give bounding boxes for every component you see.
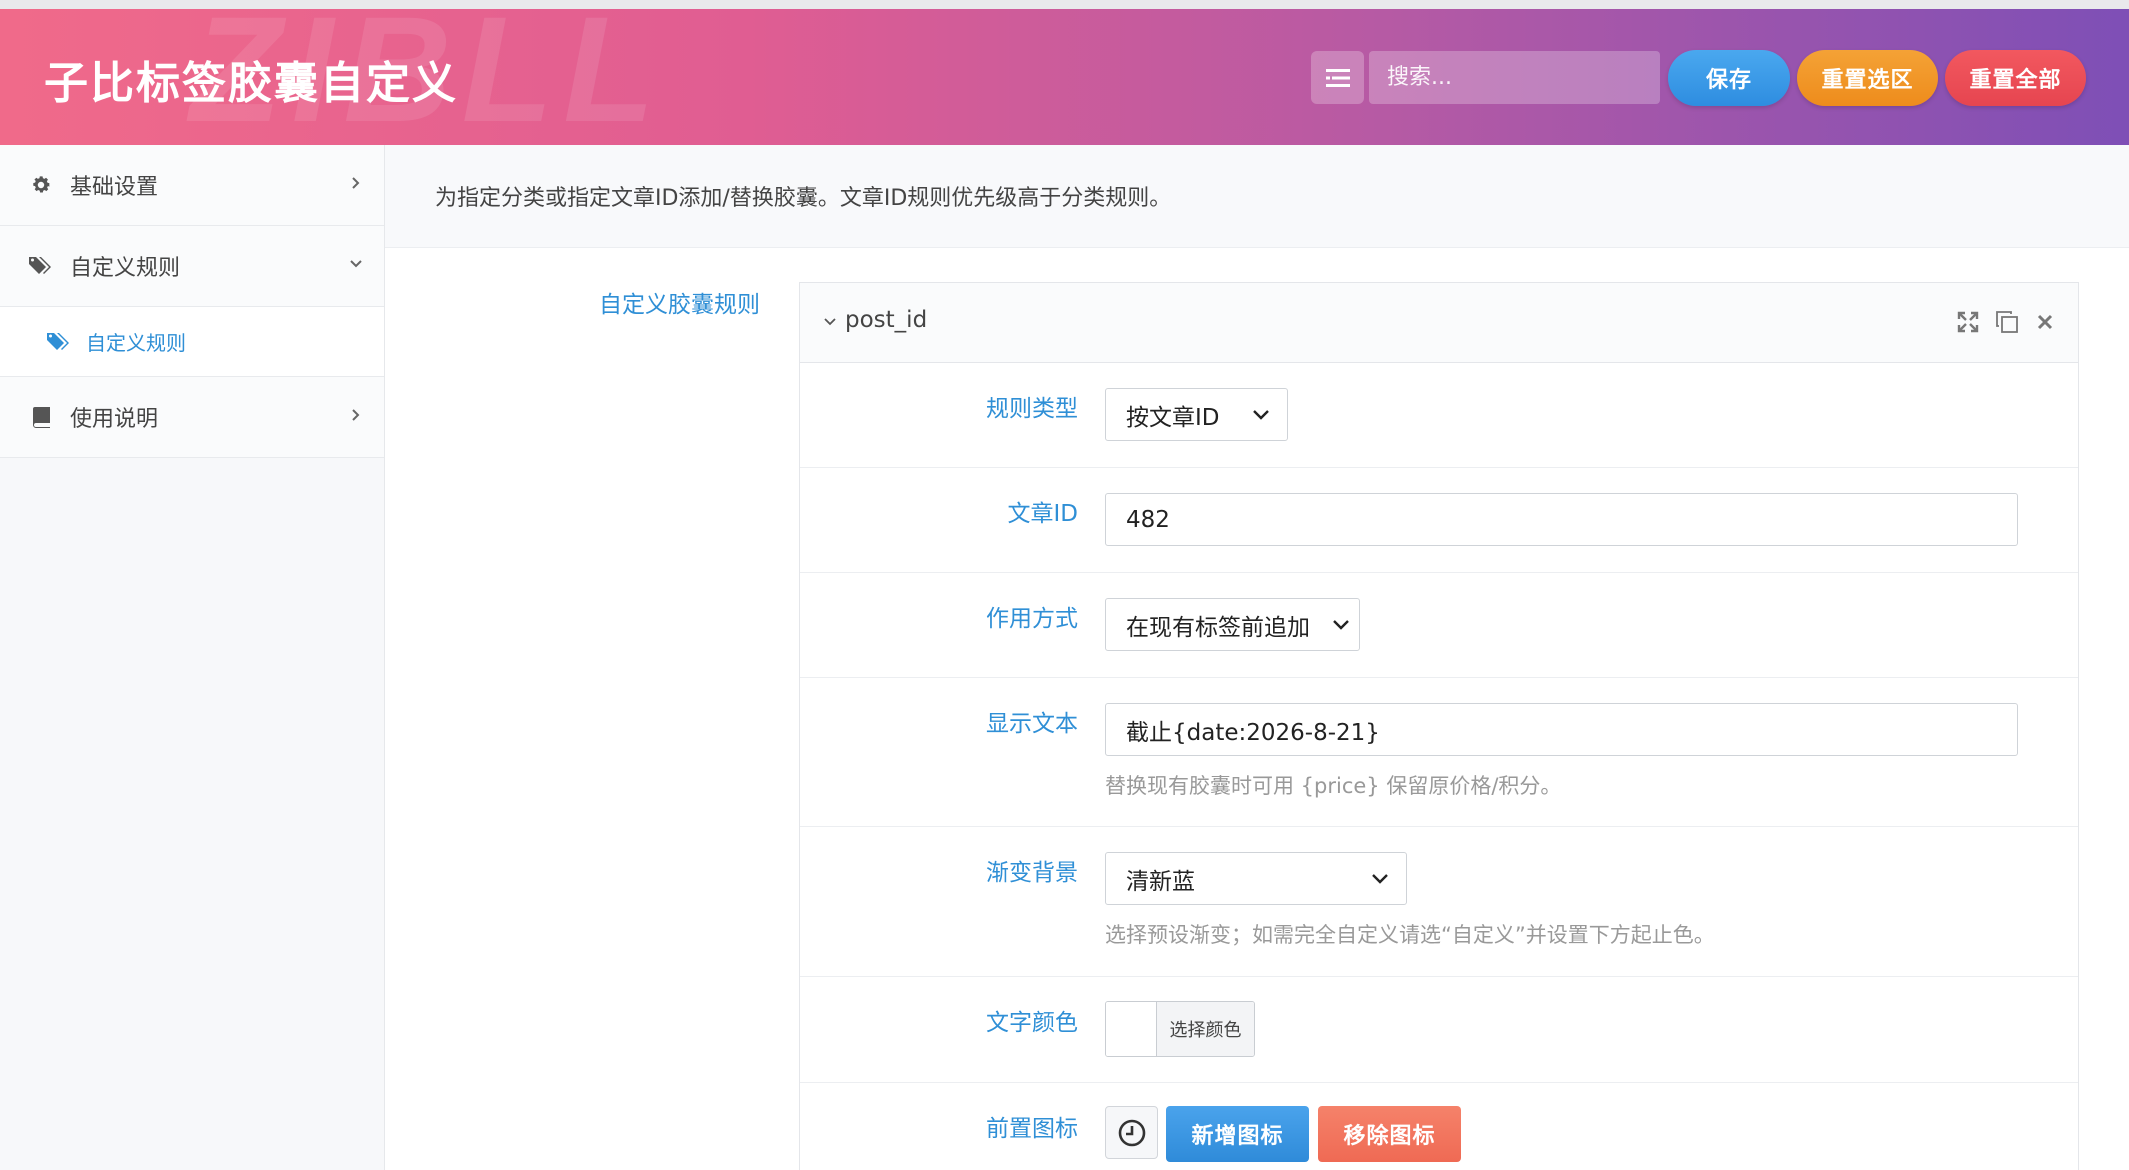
- rule-type-label: 规则类型: [986, 396, 1078, 422]
- rule-group: post_id 规则类型 按文章ID 文章ID 482 作用方式 在现有标签前追…: [799, 282, 2079, 1170]
- list-icon: [1325, 68, 1350, 87]
- search-placeholder: 搜索...: [1387, 65, 1452, 90]
- reset-all-button[interactable]: 重置全部: [1945, 50, 2086, 106]
- chevron-down-icon: [1333, 620, 1349, 630]
- prefix-icon-control: 新增图标 移除图标: [1105, 1106, 1505, 1166]
- save-button[interactable]: 保存: [1668, 50, 1790, 106]
- rule-type-select[interactable]: 按文章ID: [1105, 388, 1288, 441]
- sidebar-item-basic-settings[interactable]: 基础设置: [0, 145, 384, 226]
- text-color-label: 文字颜色: [986, 1010, 1078, 1036]
- prefix-icon-label: 前置图标: [986, 1116, 1078, 1142]
- rule-group-header[interactable]: post_id: [800, 283, 2078, 363]
- display-text-control: 截止{date:2026-8-21} 替换现有胶囊时可用 {price} 保留原…: [1105, 703, 2018, 800]
- icon-preview[interactable]: [1105, 1106, 1158, 1159]
- display-text-value: 截止{date:2026-8-21}: [1126, 719, 1380, 746]
- chevron-right-icon: [352, 409, 360, 421]
- gradient-value: 清新蓝: [1126, 868, 1195, 895]
- section-notice: 为指定分类或指定文章ID添加/替换胶囊。文章ID规则优先级高于分类规则。: [385, 145, 2129, 248]
- top-strip: [0, 0, 2129, 9]
- color-swatch[interactable]: [1106, 1002, 1157, 1056]
- sidebar: 基础设置 自定义规则 自定义规则 使用说明: [0, 145, 385, 1170]
- sidebar-item-instructions[interactable]: 使用说明: [0, 377, 384, 458]
- gear-icon: [28, 172, 54, 198]
- expand-icon[interactable]: [1956, 310, 1980, 334]
- mode-label: 作用方式: [986, 606, 1078, 632]
- clock-icon: [1118, 1119, 1145, 1146]
- sidebar-item-label: 自定义规则: [70, 256, 181, 281]
- display-text-label: 显示文本: [986, 711, 1078, 737]
- menu-toggle-button[interactable]: [1311, 51, 1364, 104]
- chevron-down-icon: [1372, 874, 1388, 884]
- gradient-hint: 选择预设渐变；如需完全自定义请选“自定义”并设置下方起止色。: [1105, 923, 1715, 947]
- header: ZIBLL 子比标签胶囊自定义 搜索... 保存 重置选区 重置全部: [0, 9, 2129, 145]
- sidebar-subitem-custom-rules[interactable]: 自定义规则: [0, 307, 384, 377]
- chevron-right-icon: [352, 177, 360, 189]
- search-input[interactable]: 搜索...: [1369, 51, 1660, 104]
- close-icon[interactable]: [2033, 310, 2057, 334]
- choose-color-button[interactable]: 选择颜色: [1157, 1002, 1254, 1056]
- tags-icon: [28, 253, 54, 279]
- sidebar-subitem-label: 自定义规则: [86, 331, 186, 355]
- row-rule-type: 规则类型 按文章ID: [800, 363, 2078, 468]
- row-gradient: 渐变背景 清新蓝 选择预设渐变；如需完全自定义请选“自定义”并设置下方起止色。: [800, 827, 2078, 977]
- row-prefix-icon: 前置图标 新增图标 移除图标: [800, 1083, 2078, 1170]
- gradient-control: 清新蓝 选择预设渐变；如需完全自定义请选“自定义”并设置下方起止色。: [1105, 852, 1715, 949]
- add-icon-button[interactable]: 新增图标: [1166, 1106, 1309, 1162]
- chevron-down-icon: [350, 260, 362, 268]
- post-id-value: 482: [1126, 506, 1170, 533]
- book-icon: [28, 404, 54, 430]
- row-display-text: 显示文本 截止{date:2026-8-21} 替换现有胶囊时可用 {price…: [800, 678, 2078, 827]
- field-title: 自定义胶囊规则: [599, 292, 760, 318]
- post-id-label: 文章ID: [1007, 501, 1079, 527]
- row-mode: 作用方式 在现有标签前追加: [800, 573, 2078, 678]
- reset-section-button[interactable]: 重置选区: [1797, 50, 1938, 106]
- mode-value: 在现有标签前追加: [1126, 614, 1310, 641]
- clone-icon[interactable]: [1995, 310, 2019, 334]
- remove-icon-button[interactable]: 移除图标: [1318, 1106, 1461, 1162]
- mode-select[interactable]: 在现有标签前追加: [1105, 598, 1360, 651]
- tags-icon: [46, 329, 72, 355]
- rule-group-title: post_id: [845, 307, 928, 333]
- row-text-color: 文字颜色 选择颜色: [800, 977, 2078, 1083]
- row-post-id: 文章ID 482: [800, 468, 2078, 573]
- display-text-hint: 替换现有胶囊时可用 {price} 保留原价格/积分。: [1105, 774, 1562, 798]
- chevron-down-icon: [1253, 410, 1269, 420]
- main-content: 为指定分类或指定文章ID添加/替换胶囊。文章ID规则优先级高于分类规则。 自定义…: [385, 145, 2129, 1170]
- sidebar-item-custom-rules[interactable]: 自定义规则: [0, 226, 384, 307]
- page-title: 子比标签胶囊自定义: [44, 58, 458, 109]
- sidebar-item-label: 基础设置: [70, 175, 159, 200]
- display-text-input[interactable]: 截止{date:2026-8-21}: [1105, 703, 2018, 756]
- gradient-label: 渐变背景: [986, 860, 1078, 886]
- gradient-select[interactable]: 清新蓝: [1105, 852, 1407, 905]
- color-picker[interactable]: 选择颜色: [1105, 1001, 1255, 1057]
- sidebar-item-label: 使用说明: [70, 407, 159, 432]
- rule-type-value: 按文章ID: [1126, 404, 1220, 431]
- post-id-input[interactable]: 482: [1105, 493, 2018, 546]
- chevron-down-icon[interactable]: [822, 314, 838, 330]
